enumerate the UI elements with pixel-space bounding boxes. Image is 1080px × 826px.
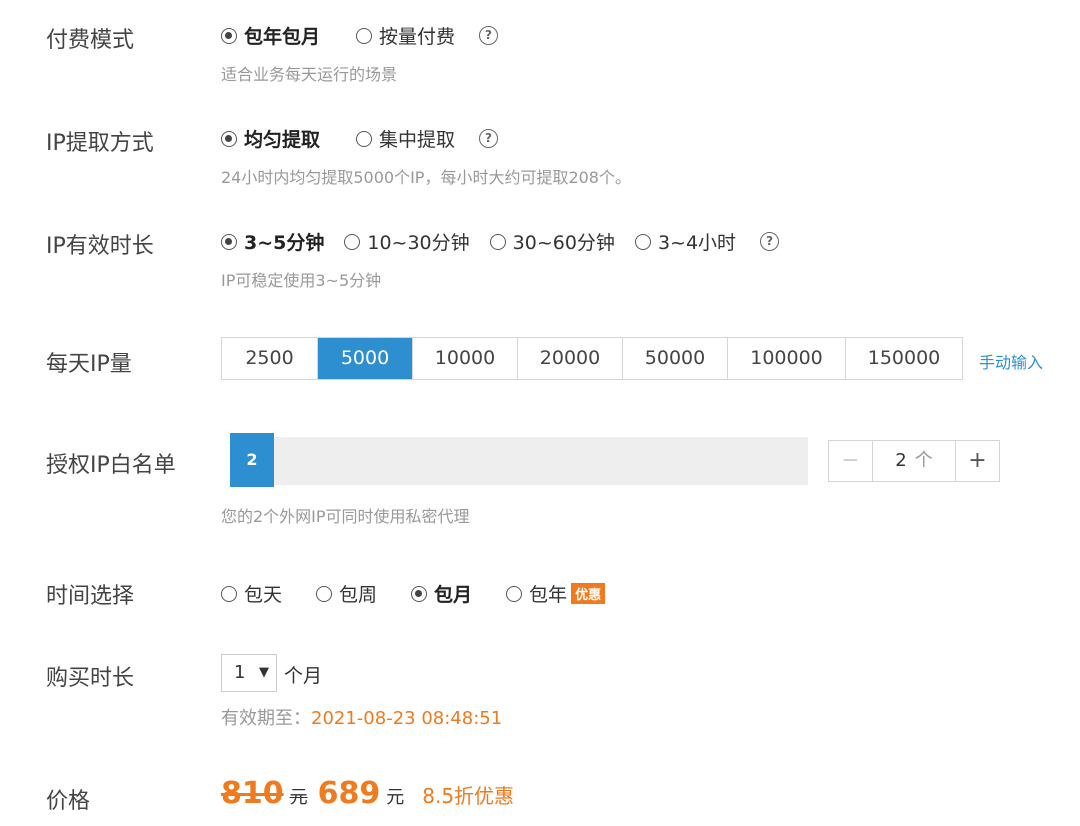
period-options: 包天 包周 包月 包年 优惠 xyxy=(221,580,625,607)
radio-icon[interactable] xyxy=(635,234,651,250)
whitelist-count[interactable]: 2个 xyxy=(873,441,955,481)
discount-text: 8.5折优惠 xyxy=(422,780,514,809)
discount-badge: 优惠 xyxy=(571,583,605,604)
daily-ip-label: 每天IP量 xyxy=(46,346,132,378)
radio-selected-icon[interactable] xyxy=(411,586,427,602)
radio-selected-icon[interactable] xyxy=(221,234,237,250)
radio-icon[interactable] xyxy=(221,586,237,602)
validity-options: 3~5分钟 10~30分钟 30~60分钟 3~4小时 ? xyxy=(221,228,779,255)
validity-option-30-60min[interactable]: 30~60分钟 xyxy=(490,228,615,255)
daily-ip-option-150000[interactable]: 150000 xyxy=(845,338,962,379)
billing-hint: 适合业务每天运行的场景 xyxy=(221,61,397,85)
duration-select-value: 1 xyxy=(234,662,245,683)
daily-ip-option-20000[interactable]: 20000 xyxy=(517,338,622,379)
radio-selected-icon[interactable] xyxy=(221,28,237,44)
help-icon[interactable]: ? xyxy=(479,26,498,45)
period-option-week[interactable]: 包周 xyxy=(316,580,377,607)
radio-icon[interactable] xyxy=(506,586,522,602)
price-label: 价格 xyxy=(46,783,90,815)
whitelist-stepper: − 2个 + xyxy=(828,440,1000,482)
daily-ip-selector: 2500 5000 10000 20000 50000 100000 15000… xyxy=(221,337,963,380)
whitelist-hint: 您的2个外网IP可同时使用私密代理 xyxy=(221,503,470,527)
increment-button[interactable]: + xyxy=(955,441,999,481)
expiry-label: 有效期至： xyxy=(221,708,311,729)
period-option-month[interactable]: 包月 xyxy=(411,580,472,607)
whitelist-slider-handle[interactable]: 2 xyxy=(230,433,274,487)
validity-option-3-4h[interactable]: 3~4小时 xyxy=(635,228,736,255)
daily-ip-option-5000[interactable]: 5000 xyxy=(317,338,412,379)
validity-label: IP有效时长 xyxy=(46,228,154,260)
whitelist-label: 授权IP白名单 xyxy=(46,447,176,479)
duration-label: 购买时长 xyxy=(46,660,134,692)
radio-icon[interactable] xyxy=(356,28,372,44)
whitelist-count-unit: 个 xyxy=(915,450,933,471)
current-price-currency: 元 xyxy=(386,783,404,809)
manual-input-link[interactable]: 手动输入 xyxy=(979,349,1043,373)
daily-ip-option-10000[interactable]: 10000 xyxy=(412,338,517,379)
billing-options: 包年包月 按量付费 ? xyxy=(221,22,498,49)
help-icon[interactable]: ? xyxy=(479,129,498,148)
price-block: 810 元 689 元 8.5折优惠 xyxy=(221,776,514,811)
expiry-date: 2021-08-23 08:48:51 xyxy=(311,708,502,729)
validity-option-3-5min[interactable]: 3~5分钟 xyxy=(221,228,324,255)
radio-icon[interactable] xyxy=(316,586,332,602)
duration-select[interactable]: 1 ▼ xyxy=(221,654,277,692)
extraction-option-even[interactable]: 均匀提取 xyxy=(221,125,320,152)
period-option-year[interactable]: 包年 优惠 xyxy=(506,580,605,607)
daily-ip-option-2500[interactable]: 2500 xyxy=(222,338,317,379)
extraction-option-concentrated[interactable]: 集中提取 xyxy=(356,125,455,152)
current-price: 689 xyxy=(318,776,381,811)
expiry-info: 有效期至：2021-08-23 08:48:51 xyxy=(221,704,502,730)
period-option-day[interactable]: 包天 xyxy=(221,580,282,607)
radio-icon[interactable] xyxy=(356,131,372,147)
period-label: 时间选择 xyxy=(46,578,134,610)
daily-ip-option-50000[interactable]: 50000 xyxy=(622,338,727,379)
original-price-currency: 元 xyxy=(290,783,308,809)
original-price: 810 xyxy=(221,776,284,811)
whitelist-count-value: 2 xyxy=(895,450,906,471)
validity-hint: IP可稳定使用3~5分钟 xyxy=(221,267,381,291)
whitelist-slider-track[interactable] xyxy=(230,437,808,485)
billing-option-annual-monthly[interactable]: 包年包月 xyxy=(221,22,320,49)
radio-icon[interactable] xyxy=(344,234,360,250)
extraction-hint: 24小时内均匀提取5000个IP，每小时大约可提取208个。 xyxy=(221,164,631,188)
daily-ip-option-100000[interactable]: 100000 xyxy=(727,338,845,379)
validity-option-10-30min[interactable]: 10~30分钟 xyxy=(344,228,469,255)
extraction-options: 均匀提取 集中提取 ? xyxy=(221,125,498,152)
help-icon[interactable]: ? xyxy=(760,232,779,251)
decrement-button[interactable]: − xyxy=(829,441,873,481)
radio-icon[interactable] xyxy=(490,234,506,250)
billing-option-pay-as-you-go[interactable]: 按量付费 xyxy=(356,22,455,49)
duration-unit: 个月 xyxy=(284,661,322,688)
radio-selected-icon[interactable] xyxy=(221,131,237,147)
chevron-down-icon: ▼ xyxy=(259,655,269,691)
billing-label: 付费模式 xyxy=(46,22,134,54)
extraction-label: IP提取方式 xyxy=(46,125,154,157)
